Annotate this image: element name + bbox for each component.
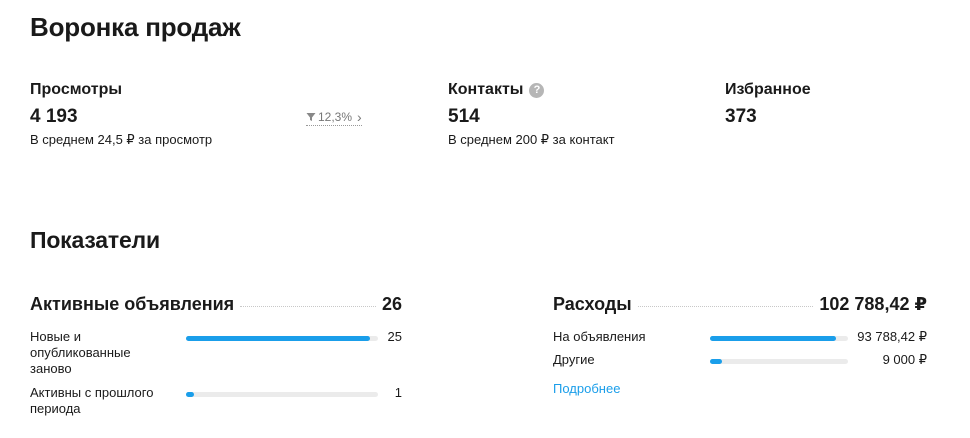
row-label: Другие (553, 352, 595, 367)
active-ads-title: Активные объявления (30, 294, 235, 314)
row-label: Активны с прошлого периода (30, 385, 154, 416)
progress-bar (186, 336, 378, 341)
progress-bar (710, 336, 848, 341)
favorites-label: Избранное (725, 81, 811, 98)
favorites-value: 373 (725, 106, 757, 127)
indicators-title: Показатели (30, 227, 160, 253)
contacts-label: Контакты (448, 81, 524, 98)
contacts-value: 514 (448, 106, 480, 127)
expenses-title: Расходы (553, 294, 632, 314)
expenses-header: Расходы 102 788,42 ₽ (553, 294, 927, 315)
dotted-leader (637, 306, 814, 307)
progress-bar (186, 392, 378, 397)
views-trend-link[interactable]: 12,3% › (306, 110, 362, 126)
expenses-total: 102 788,42 ₽ (819, 294, 927, 314)
row-label: Новые и опубликованные заново (30, 329, 131, 376)
funnel-title: Воронка продаж (30, 12, 241, 42)
views-value: 4 193 (30, 106, 78, 127)
dotted-leader (240, 306, 376, 307)
progress-fill (186, 336, 371, 341)
views-average: В среднем 24,5 ₽ за просмотр (30, 132, 213, 147)
progress-fill (710, 359, 723, 364)
help-icon[interactable]: ? (529, 82, 545, 98)
progress-fill (710, 336, 836, 341)
expenses-row-ads: На объявления (553, 329, 703, 345)
contacts-average: В среднем 200 ₽ за контакт (448, 132, 615, 147)
active-ads-row-new: Новые и опубликованные заново (30, 329, 180, 377)
row-value: 1 (394, 385, 402, 400)
expenses-row-other: Другие (553, 352, 703, 368)
row-label: На объявления (553, 329, 646, 344)
contacts-label-row: Контакты ? (448, 80, 615, 100)
views-metric: Просмотры 4 193 В среднем 24,5 ₽ за прос… (30, 80, 212, 148)
progress-fill (186, 392, 194, 397)
views-trend-value: 12,3% (318, 110, 353, 124)
favorites-metric: Избранное 373 (725, 80, 811, 128)
contacts-metric: Контакты ? 514 В среднем 200 ₽ за контак… (448, 80, 615, 148)
row-value: 93 788,42 ₽ (857, 329, 927, 344)
chevron-right-icon: › (357, 109, 362, 125)
active-ads-total: 26 (381, 294, 402, 314)
row-value: 9 000 ₽ (882, 352, 927, 367)
active-ads-row-previous: Активны с прошлого периода (30, 385, 180, 417)
sales-dashboard: Воронка продаж Просмотры 4 193 В среднем… (0, 0, 970, 438)
active-ads-header: Активные объявления 26 (30, 294, 402, 315)
row-value: 25 (387, 329, 402, 344)
views-label: Просмотры (30, 81, 123, 98)
progress-bar (710, 359, 848, 364)
details-link[interactable]: Подробнее (553, 381, 620, 396)
funnel-down-icon (306, 113, 316, 121)
